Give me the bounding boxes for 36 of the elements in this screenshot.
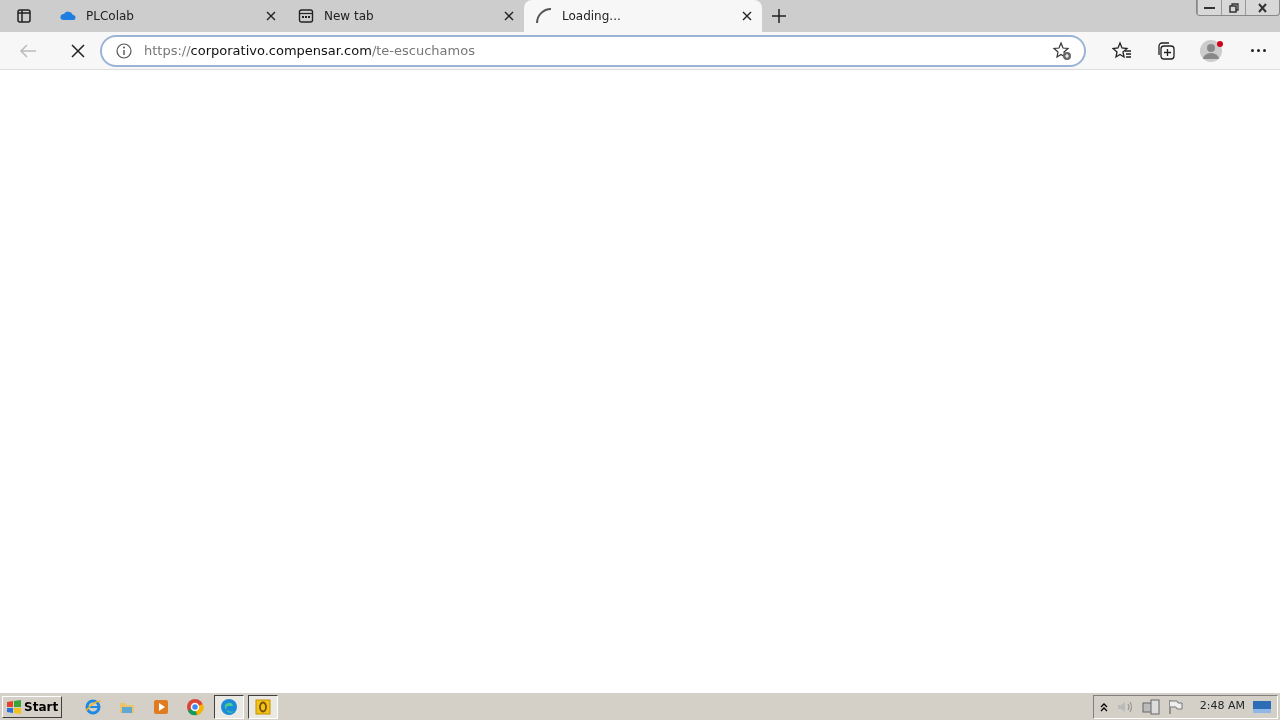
close-icon[interactable] — [742, 11, 752, 21]
windows-logo-icon — [6, 699, 22, 714]
browser-tab[interactable]: PLColab — [48, 0, 286, 32]
address-bar[interactable]: https://corporativo.compensar.com/te-escuchamos — [100, 34, 1086, 67]
stop-icon — [71, 43, 85, 58]
restore-icon — [1227, 1, 1240, 14]
minimize-icon — [1204, 6, 1215, 9]
back-icon — [19, 41, 37, 60]
network-icon[interactable] — [1141, 698, 1160, 715]
info-icon — [116, 42, 132, 59]
edge-icon — [220, 697, 239, 716]
url-text: https://corporativo.compensar.com/te-escuchamos — [144, 41, 476, 60]
favorites-icon — [1112, 40, 1132, 61]
chrome-icon — [186, 697, 205, 716]
profile-icon — [1200, 38, 1224, 63]
clock-text: 2:48 AM — [1199, 698, 1245, 715]
plus-icon — [772, 9, 786, 23]
outlook-icon — [254, 697, 273, 716]
show-desktop-icon[interactable] — [1253, 699, 1271, 714]
taskbar-app-button[interactable] — [248, 694, 279, 719]
start-button[interactable]: Start — [2, 695, 63, 718]
flag-icon[interactable] — [1167, 698, 1184, 715]
loading-spinner-icon — [536, 8, 552, 24]
add-favorite-icon — [1052, 40, 1072, 61]
browser-tab[interactable]: Loading... — [524, 0, 762, 32]
chevron-up-icon[interactable] — [1099, 701, 1108, 712]
close-icon[interactable] — [266, 11, 276, 21]
taskbar-app-button[interactable] — [214, 694, 245, 719]
browser-icon — [298, 8, 314, 24]
collections-icon — [1156, 40, 1176, 61]
media-player-icon — [152, 697, 171, 716]
close-icon — [1256, 1, 1269, 14]
browser-tab[interactable]: New tab — [286, 0, 524, 32]
close-icon[interactable] — [504, 11, 514, 21]
ie-icon — [84, 697, 103, 716]
more-options-icon — [1250, 49, 1266, 52]
